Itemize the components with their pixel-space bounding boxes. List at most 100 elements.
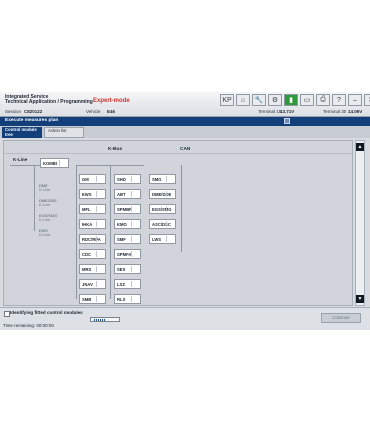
- terminal15-value: 13.71V: [280, 109, 295, 114]
- ecu-ses[interactable]: SES: [114, 264, 141, 274]
- ecu-label: JNAV: [82, 281, 93, 287]
- ecu-status-cell: [96, 266, 104, 272]
- car-icon-label: ▭: [303, 97, 311, 104]
- vertical-scrollbar[interactable]: ▲ ▼: [355, 140, 365, 306]
- tab-row: Control module tree Action list: [0, 126, 370, 138]
- ecu-label: KMO: [117, 221, 127, 227]
- ecu-shd[interactable]: SHD: [114, 174, 141, 184]
- ecu-asc-dsc[interactable]: ASC/DSC: [149, 219, 176, 229]
- ecu-ihka[interactable]: IHKA: [79, 219, 106, 229]
- ecu-status-cell: [131, 236, 139, 242]
- ecu-status-cell: [166, 236, 174, 242]
- expert-mode-label: Expert-mode: [93, 98, 130, 104]
- terminal30-value: 14.06V: [348, 109, 363, 114]
- ecu-gm[interactable]: GM: [79, 174, 106, 184]
- scroll-down-arrow[interactable]: ▼: [356, 295, 364, 303]
- ecu-smf[interactable]: SMF: [114, 234, 141, 244]
- tab-control-module-tree[interactable]: Control module tree: [2, 127, 42, 138]
- car-icon[interactable]: ▭: [300, 94, 314, 106]
- ecu-label: LSZ: [117, 281, 125, 287]
- vehicle-label: Vehicle: [86, 109, 101, 114]
- ap-icon[interactable]: KP: [220, 94, 234, 106]
- ecu-label: LWS: [152, 236, 162, 242]
- ecu-lws[interactable]: LWS: [149, 234, 176, 244]
- ap-icon-label: KP: [222, 96, 232, 104]
- ecu-status-cell: [96, 206, 104, 212]
- ecu-status-cell: [96, 221, 104, 227]
- ecu-spmfa[interactable]: SPMFA: [114, 249, 141, 259]
- battery-icon[interactable]: ▮: [284, 94, 298, 106]
- left-bus-line: [34, 165, 35, 231]
- ecu-label: EWS: [82, 191, 92, 197]
- ecu-rls[interactable]: RLS: [114, 294, 141, 304]
- scroll-up-arrow[interactable]: ▲: [356, 143, 364, 151]
- kbus-label: K-Bus: [108, 147, 123, 152]
- control-module-tree: K-Bus CAN K-Line KOMBI DME K-Line DME/DDE…: [3, 140, 353, 306]
- ecu-label: SMF: [117, 236, 126, 242]
- ecu-status-cell: [131, 296, 139, 302]
- left-label-egssmg: EGS/SMG K-Line: [39, 213, 57, 223]
- kline-label: K-Line: [13, 157, 28, 162]
- ecu-status-cell: [131, 251, 139, 257]
- ecu-label: RLS: [117, 296, 126, 302]
- ecu-rdc-rpa[interactable]: RDC/RPA: [79, 234, 106, 244]
- ecu-label: MFL: [82, 206, 91, 212]
- wrench-icon-label: 🔧: [254, 97, 264, 104]
- ecu-dme-dde[interactable]: DME/DDE: [149, 189, 176, 199]
- header-divider: [4, 153, 352, 154]
- help-icon[interactable]: ?: [332, 94, 346, 106]
- left-label-dme: DME K-Line: [39, 183, 51, 193]
- ecu-label: SPMBF: [117, 206, 132, 212]
- printer-icon-label: ⎙: [320, 96, 326, 103]
- ecu-label: ABT: [117, 191, 126, 197]
- tab-action-list[interactable]: Action list: [44, 127, 84, 138]
- ecu-label: MRS: [82, 266, 92, 272]
- ecu-egs-smg[interactable]: EGS/SMG: [149, 204, 176, 214]
- ecu-spmbf[interactable]: SPMBF: [114, 204, 141, 214]
- ecu-status-cell: [96, 251, 104, 257]
- ecu-ews[interactable]: EWS: [79, 189, 106, 199]
- ecu-abt[interactable]: ABT: [114, 189, 141, 199]
- terminal15-label: Terminal 15: [258, 109, 282, 114]
- close-icon[interactable]: ✕: [364, 94, 370, 106]
- ecu-status-cell: [131, 281, 139, 287]
- ecu-status-cell: [166, 176, 174, 182]
- section-bar: Execute measures plan: [0, 117, 370, 126]
- identification-progress: [90, 317, 120, 322]
- wrench-icon[interactable]: 🔧: [252, 94, 266, 106]
- ecu-label: SPMFA: [117, 251, 132, 257]
- header: Integrated Service Technical Application…: [0, 92, 370, 117]
- kombi-label: KOMBI: [43, 160, 57, 166]
- session-value: C820122: [24, 109, 43, 114]
- ecu-mrs[interactable]: MRS: [79, 264, 106, 274]
- progress-fill: [94, 319, 105, 321]
- ecu-kombi[interactable]: KOMBI: [40, 158, 69, 168]
- ecu-status-cell: [96, 281, 104, 287]
- minimize-icon-label: –: [353, 96, 357, 104]
- section-icon: [284, 118, 290, 124]
- ecu-smb[interactable]: SMB: [79, 294, 106, 304]
- dmedde-sub: K-Line: [39, 202, 51, 208]
- left-label-dmedde: DME/DDE K-Line: [39, 198, 57, 208]
- ecu-smg[interactable]: SMG: [149, 174, 176, 184]
- can-label: CAN: [180, 147, 191, 152]
- ecu-status-cell: [131, 206, 139, 212]
- ecu-status-cell: [96, 176, 104, 182]
- kbus-horizontal: [76, 165, 144, 166]
- minimize-icon[interactable]: –: [348, 94, 362, 106]
- ecu-kmo[interactable]: KMO: [114, 219, 141, 229]
- kline-line: [10, 165, 41, 166]
- continue-button[interactable]: Continue: [321, 313, 361, 323]
- terminal30-label: Terminal 30: [323, 109, 347, 114]
- ecu-status-cell: [96, 296, 104, 302]
- ecu-cdc[interactable]: CDC: [79, 249, 106, 259]
- ecu-status-cell: [131, 176, 139, 182]
- ecu-lsz[interactable]: LSZ: [114, 279, 141, 289]
- ecu-jnav[interactable]: JNAV: [79, 279, 106, 289]
- printer-icon[interactable]: ⎙: [316, 94, 330, 106]
- tool-icon[interactable]: ⚙: [268, 94, 282, 106]
- ecu-mfl[interactable]: MFL: [79, 204, 106, 214]
- app-title-2: Technical Application / Programming: [5, 99, 93, 105]
- dme-sub: K-Line: [39, 187, 51, 193]
- home-icon[interactable]: ⌂: [236, 94, 250, 106]
